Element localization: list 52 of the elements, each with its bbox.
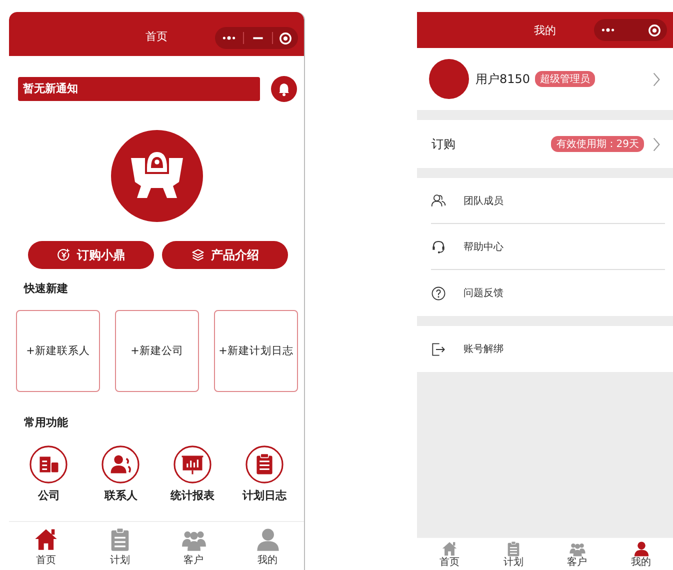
feature-button[interactable]: 产品介绍 [162, 241, 288, 269]
home-icon [440, 540, 458, 556]
quick-create-card[interactable]: +新建公司 [115, 310, 199, 392]
close-icon[interactable] [279, 32, 292, 44]
person-icon [254, 526, 281, 552]
logo-icon [110, 130, 203, 222]
tab-item[interactable]: 首页 [417, 538, 482, 570]
tab-item[interactable]: 我的 [230, 522, 304, 570]
function-label: 统计报表 [170, 488, 215, 503]
close-icon[interactable] [648, 24, 661, 36]
avatar [429, 59, 470, 99]
menu-item[interactable]: 问题反馈 [463, 286, 504, 300]
menu-item[interactable]: 帮助中心 [463, 240, 504, 254]
section-title: 快速新建 [24, 282, 68, 296]
quick-create-card[interactable]: +新建联系人 [16, 310, 100, 392]
tab-item[interactable]: 我的 [609, 538, 673, 570]
layers-icon [191, 248, 205, 262]
chevron-right-icon[interactable] [652, 72, 661, 86]
function-label: 计划日志 [242, 488, 287, 503]
help-icon [431, 286, 446, 300]
building-icon[interactable] [29, 445, 68, 484]
coin-icon [57, 248, 71, 262]
team-icon [431, 193, 446, 208]
user-name: 用户8150 [475, 70, 530, 88]
validity-badge: 有效使用期：29天 [551, 136, 644, 152]
page-title: 我的 [534, 22, 556, 38]
section-title: 常用功能 [24, 416, 68, 430]
more-icon[interactable] [221, 34, 238, 42]
person-icon [632, 540, 650, 556]
notice-bar[interactable]: 暂无新通知 [18, 77, 260, 101]
tab-item[interactable]: 客户 [156, 522, 231, 570]
headset-icon [431, 239, 446, 254]
role-badge: 超级管理员 [535, 71, 596, 87]
menu-item[interactable]: 账号解绑 [463, 342, 504, 356]
feature-button[interactable]: 订购小鼎 [28, 241, 154, 269]
tab-item[interactable]: 客户 [545, 538, 610, 570]
chart-board-icon[interactable] [173, 445, 212, 484]
menu-item[interactable]: 团队成员 [463, 194, 504, 208]
quick-create-card[interactable]: +新建计划日志 [214, 310, 298, 392]
tab-item[interactable]: 计划 [82, 522, 157, 570]
function-label: 公司 [38, 488, 60, 503]
contacts-icon[interactable] [101, 445, 140, 484]
more-icon[interactable] [600, 26, 616, 34]
chevron-right-icon[interactable] [652, 136, 661, 152]
tab-item[interactable]: 计划 [481, 538, 546, 570]
page-title: 首页 [146, 28, 168, 44]
order-label[interactable]: 订购 [431, 136, 456, 152]
function-label: 联系人 [104, 488, 138, 503]
clipboard-icon[interactable] [245, 445, 284, 484]
bell-icon[interactable] [271, 76, 298, 102]
tab-item[interactable]: 首页 [9, 522, 83, 570]
logout-icon [431, 342, 446, 356]
